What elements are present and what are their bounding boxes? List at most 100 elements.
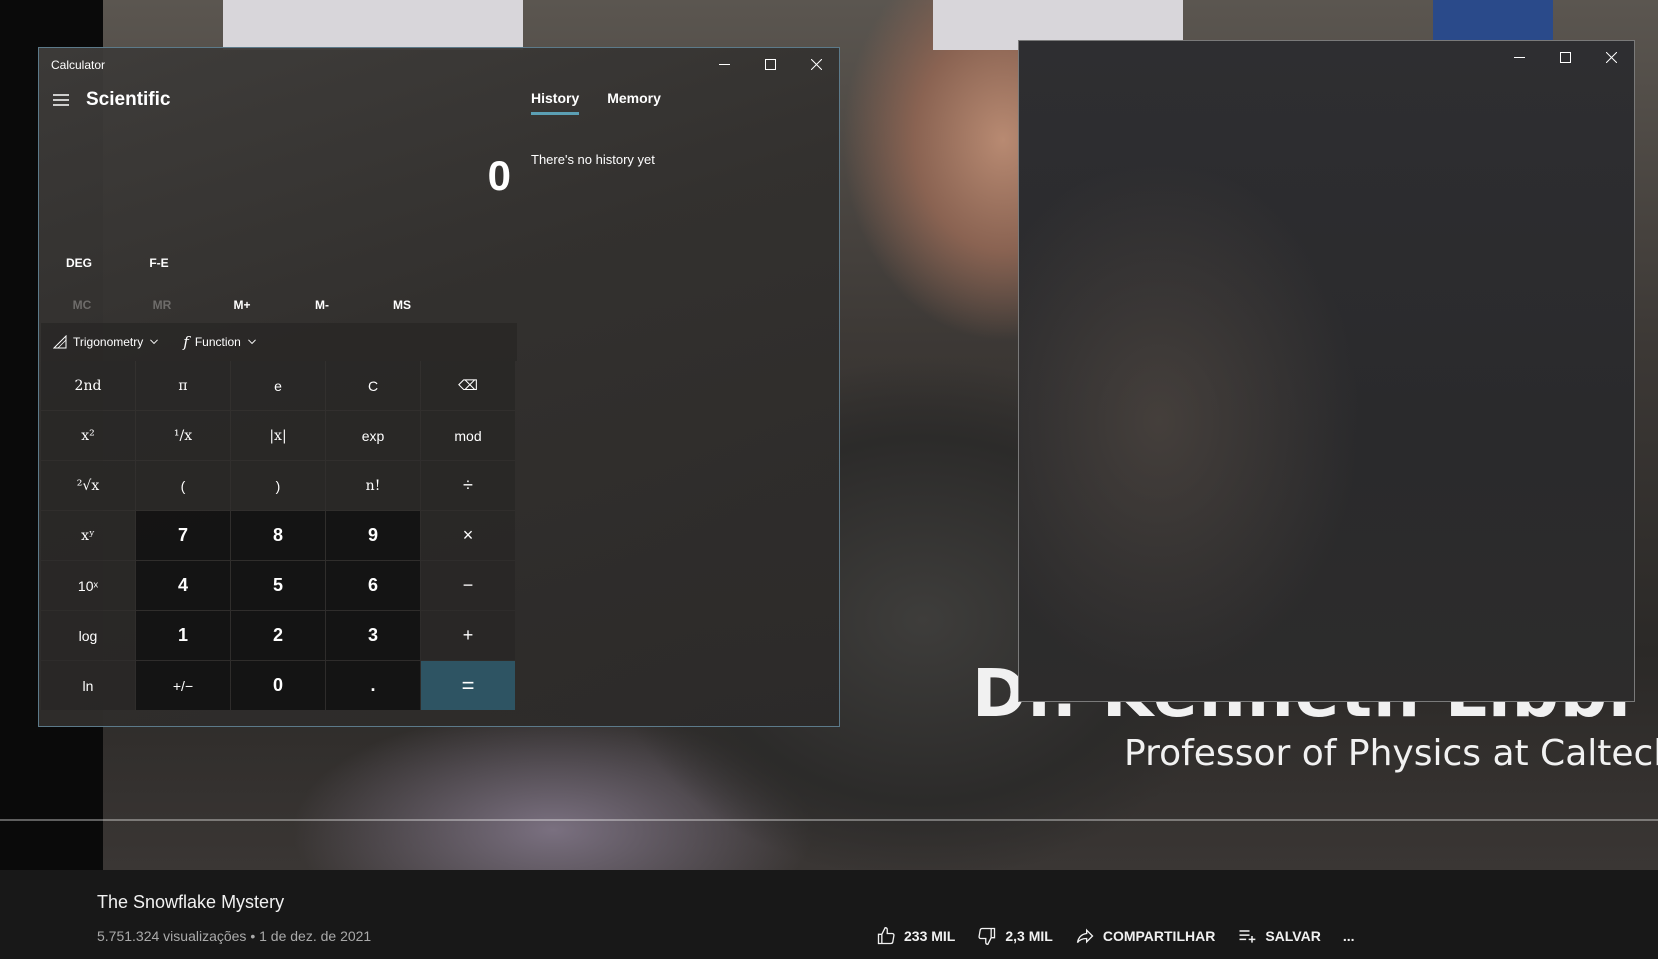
close-button[interactable] [1588, 41, 1634, 73]
window-caption-buttons [701, 48, 839, 80]
memory-subtract-button[interactable]: M- [282, 291, 362, 319]
calculator-window[interactable]: Calculator Scientific 0 DEG F-E MC MR M+… [38, 47, 840, 727]
triangle-icon [53, 335, 67, 349]
trigonometry-label: Trigonometry [73, 335, 144, 349]
function-row: Trigonometry f Function [41, 323, 517, 361]
angle-mode-button[interactable]: DEG [39, 248, 119, 278]
video-progress-bar[interactable] [0, 819, 1658, 821]
thumbs-up-icon [877, 926, 895, 945]
negate-key[interactable]: +/− [136, 661, 230, 710]
maximize-button[interactable] [747, 48, 793, 80]
close-paren-key[interactable]: ) [231, 461, 325, 510]
multiply-key[interactable]: × [421, 511, 515, 560]
function-label: Function [194, 335, 241, 349]
calculator-display: 0 [487, 152, 511, 199]
calculator-keypad: 2nd π e C ⌫ x² ¹/x |x| exp mod ²√x ( ) n… [41, 361, 517, 710]
more-actions-button[interactable]: ... [1343, 928, 1355, 944]
hamburger-icon [53, 94, 69, 106]
pi-key[interactable]: π [136, 361, 230, 410]
reciprocal-key[interactable]: ¹/x [136, 411, 230, 460]
video-info-bar: The Snowflake Mystery 5.751.324 visualiz… [0, 870, 1658, 959]
playlist-add-icon [1239, 930, 1256, 943]
digit-2-key[interactable]: 2 [231, 611, 325, 660]
video-actions: 233 MIL 2,3 MIL COMPARTILHAR SALVAR ... [876, 926, 1377, 946]
minimize-button[interactable] [1496, 41, 1542, 73]
decimal-key[interactable]: . [326, 661, 420, 710]
video-title: The Snowflake Mystery [97, 892, 285, 912]
ten-power-key[interactable]: 10ˣ [41, 561, 135, 610]
history-empty-message: There's no history yet [531, 152, 655, 167]
fe-button[interactable]: F-E [119, 248, 199, 278]
navigation-menu-button[interactable] [49, 88, 73, 112]
equals-key[interactable]: = [421, 661, 515, 710]
share-icon [1076, 928, 1094, 944]
more-icon: ... [1342, 928, 1355, 944]
function-dropdown[interactable]: f Function [171, 333, 269, 351]
minimize-icon [718, 63, 730, 65]
subtract-key[interactable]: − [421, 561, 515, 610]
minimize-button[interactable] [701, 48, 747, 80]
second-function-key[interactable]: 2nd [41, 361, 135, 410]
memory-recall-button[interactable]: MR [122, 291, 202, 319]
mode-row: DEG F-E [39, 248, 199, 278]
log-key[interactable]: log [41, 611, 135, 660]
dislike-button[interactable]: 2,3 MIL [977, 926, 1053, 946]
power-key[interactable]: xʸ [41, 511, 135, 560]
ln-key[interactable]: ln [41, 661, 135, 710]
digit-4-key[interactable]: 4 [136, 561, 230, 610]
digit-5-key[interactable]: 5 [231, 561, 325, 610]
dislike-count: 2,3 MIL [1005, 928, 1053, 944]
save-button[interactable]: SALVAR [1237, 926, 1321, 946]
maximize-button[interactable] [1542, 41, 1588, 73]
chevron-down-icon [247, 339, 256, 345]
maximize-icon [764, 58, 776, 70]
digit-7-key[interactable]: 7 [136, 511, 230, 560]
memory-row: MC MR M+ M- MS [42, 291, 442, 319]
exp-key[interactable]: exp [326, 411, 420, 460]
share-button[interactable]: COMPARTILHAR [1075, 926, 1216, 946]
square-key[interactable]: x² [41, 411, 135, 460]
tab-history[interactable]: History [531, 90, 580, 115]
mod-key[interactable]: mod [421, 411, 515, 460]
thumbs-down-icon [978, 927, 996, 946]
close-icon [1605, 51, 1617, 63]
window-caption-buttons [1496, 41, 1634, 73]
square-root-key[interactable]: ²√x [41, 461, 135, 510]
like-button[interactable]: 233 MIL [876, 926, 955, 946]
digit-3-key[interactable]: 3 [326, 611, 420, 660]
clear-key[interactable]: C [326, 361, 420, 410]
blank-window[interactable] [1018, 40, 1635, 702]
open-paren-key[interactable]: ( [136, 461, 230, 510]
close-icon [810, 58, 822, 70]
euler-key[interactable]: e [231, 361, 325, 410]
tab-memory[interactable]: Memory [607, 90, 661, 115]
video-caption-role: Professor of Physics at Caltech [1124, 733, 1658, 774]
minimize-icon [1513, 56, 1525, 58]
window-title: Calculator [51, 58, 106, 72]
memory-clear-button[interactable]: MC [42, 291, 122, 319]
digit-0-key[interactable]: 0 [231, 661, 325, 710]
backspace-key[interactable]: ⌫ [421, 361, 515, 410]
digit-1-key[interactable]: 1 [136, 611, 230, 660]
history-memory-tabs: History Memory [531, 90, 661, 115]
memory-store-button[interactable]: MS [362, 291, 442, 319]
save-label: SALVAR [1265, 928, 1321, 944]
add-key[interactable]: + [421, 611, 515, 660]
factorial-key[interactable]: n! [326, 461, 420, 510]
function-icon: f [183, 333, 189, 351]
digit-9-key[interactable]: 9 [326, 511, 420, 560]
memory-add-button[interactable]: M+ [202, 291, 282, 319]
trigonometry-dropdown[interactable]: Trigonometry [41, 335, 171, 349]
absolute-key[interactable]: |x| [231, 411, 325, 460]
maximize-icon [1559, 51, 1571, 63]
divide-key[interactable]: ÷ [421, 461, 515, 510]
background-poster [223, 0, 523, 50]
calculator-mode-title: Scientific [86, 89, 171, 110]
like-count: 233 MIL [904, 928, 956, 944]
video-meta: 5.751.324 visualizações • 1 de dez. de 2… [97, 928, 372, 944]
chevron-down-icon [150, 339, 159, 345]
close-button[interactable] [793, 48, 839, 80]
digit-8-key[interactable]: 8 [231, 511, 325, 560]
share-label: COMPARTILHAR [1102, 928, 1216, 944]
digit-6-key[interactable]: 6 [326, 561, 420, 610]
